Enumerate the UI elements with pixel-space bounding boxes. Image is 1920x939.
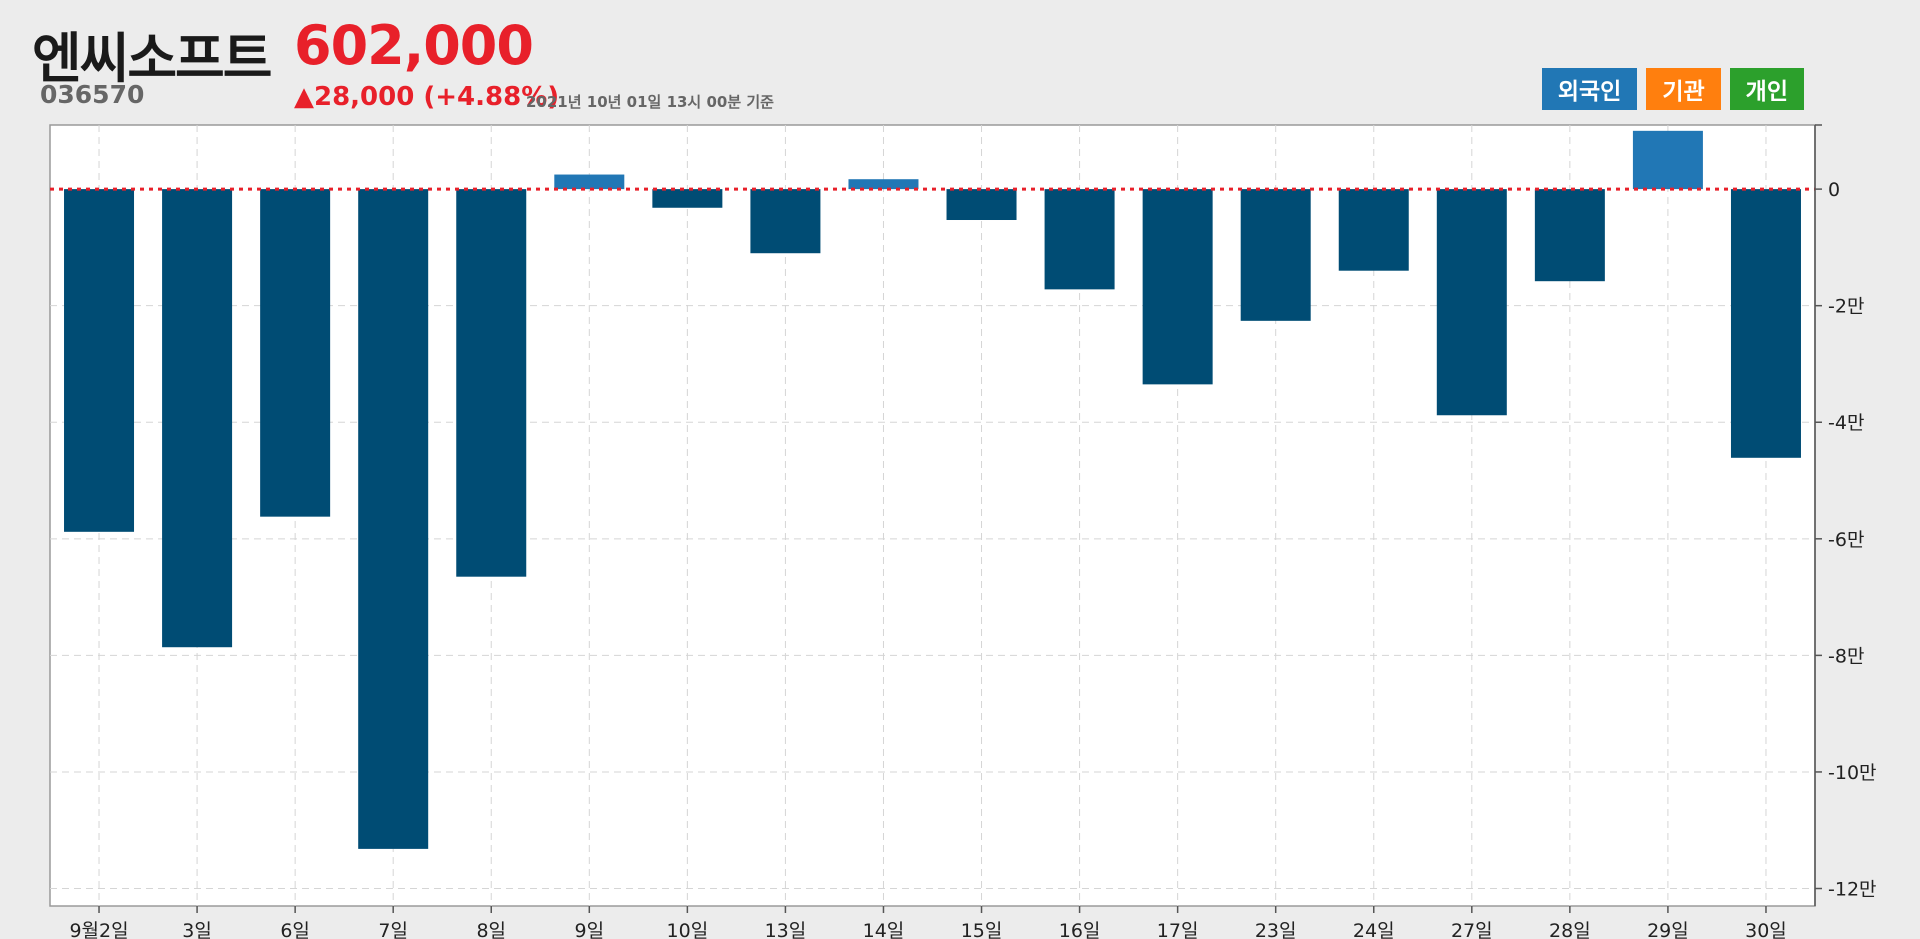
bar-15[interactable]	[1436, 189, 1507, 416]
x-tick-label: 3일	[182, 920, 212, 939]
x-tick-label: 7일	[378, 920, 408, 939]
y-tick-label: -6만	[1828, 529, 1864, 551]
y-tick-label: -12만	[1828, 879, 1877, 901]
x-tick-label: 13일	[765, 920, 807, 939]
x-tick-label: 15일	[961, 920, 1003, 939]
x-tick-label: 6일	[280, 920, 310, 939]
y-tick-label: 0	[1828, 179, 1840, 201]
y-tick-label: -8만	[1828, 645, 1864, 667]
bar-12[interactable]	[1142, 189, 1213, 385]
y-tick-label: -2만	[1828, 296, 1864, 318]
x-tick-label: 30일	[1745, 920, 1787, 939]
x-tick-label: 23일	[1255, 920, 1297, 939]
bar-2[interactable]	[162, 189, 233, 648]
bar-18[interactable]	[1730, 189, 1801, 458]
y-tick-label: -4만	[1828, 412, 1864, 434]
bar-10[interactable]	[946, 189, 1017, 221]
bar-1[interactable]	[64, 189, 135, 532]
x-tick-label: 10일	[667, 920, 709, 939]
bar-7[interactable]	[652, 189, 723, 208]
x-tick-label: 9일	[575, 920, 605, 939]
y-tick-label: -10만	[1828, 762, 1877, 784]
x-tick-label: 17일	[1157, 920, 1199, 939]
bar-3[interactable]	[260, 189, 331, 517]
bar-6[interactable]	[554, 174, 625, 190]
x-tick-label: 9월2일	[69, 920, 128, 939]
x-tick-label: 29일	[1647, 920, 1689, 939]
bar-11[interactable]	[1044, 189, 1115, 290]
bar-8[interactable]	[750, 189, 821, 254]
net-buy-bar-chart: 0 -2만 -4만 -6만 -8만 -10만 -12만 9월2일 3일 6일 7일 8일 9일 10일 1…	[49, 124, 1877, 939]
bar-17[interactable]	[1632, 130, 1703, 190]
x-tick-label: 28일	[1549, 920, 1591, 939]
bar-13[interactable]	[1240, 189, 1311, 321]
bar-14[interactable]	[1338, 189, 1409, 271]
bar-4[interactable]	[358, 189, 429, 849]
bar-16[interactable]	[1534, 189, 1605, 282]
bar-5[interactable]	[456, 189, 527, 577]
x-tick-label: 27일	[1451, 920, 1493, 939]
x-tick-label: 24일	[1353, 920, 1395, 939]
x-tick-label: 16일	[1059, 920, 1101, 939]
x-tick-label: 14일	[863, 920, 905, 939]
x-tick-label: 8일	[476, 920, 506, 939]
